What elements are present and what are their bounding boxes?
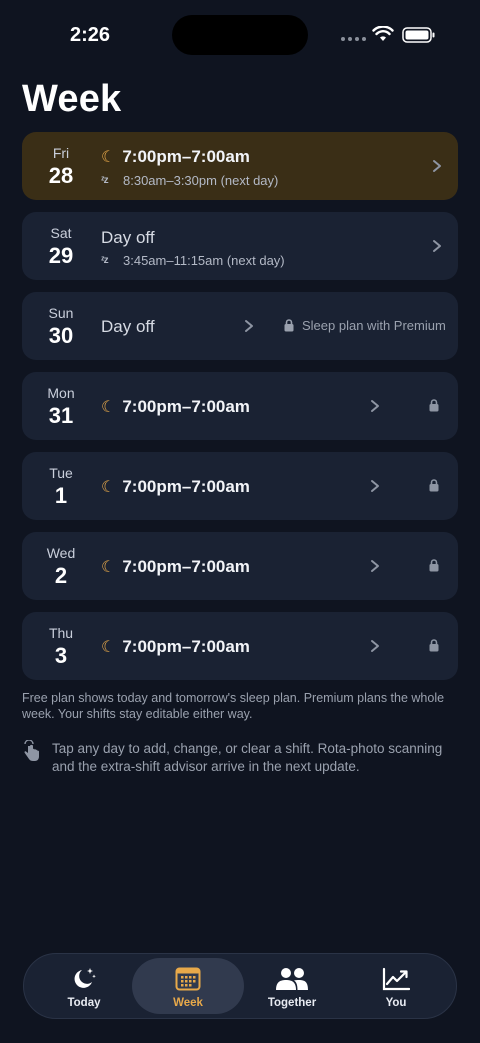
trend-chart-icon — [340, 965, 452, 993]
day-card-mon-31[interactable]: Mon 31 ☾ 7:00pm–7:00am — [22, 372, 458, 440]
day-number: 29 — [48, 243, 74, 268]
tab-bar: Today Week Together You — [23, 953, 457, 1019]
tab-label: You — [385, 997, 407, 1009]
chevron-right-icon — [245, 320, 253, 332]
wifi-icon — [372, 26, 394, 41]
dynamic-island — [172, 15, 308, 55]
shift-row: ☾ 7:00pm–7:00am — [101, 557, 250, 577]
people-icon — [236, 965, 348, 993]
shift-time: 7:00pm–7:00am — [122, 477, 250, 496]
chevron-right-icon — [433, 240, 441, 252]
day-number: 1 — [54, 483, 68, 508]
day-off-label: Day off — [101, 228, 155, 247]
tab-label: Together — [267, 997, 317, 1009]
shift-row: ☾ 7:00pm–7:00am — [101, 637, 250, 657]
lock-icon — [429, 479, 439, 492]
day-of-week: Thu — [48, 625, 74, 641]
free-plan-note: Free plan shows today and tomorrow's sle… — [22, 691, 445, 721]
chevron-right-icon — [371, 560, 379, 572]
shift-time: 7:00pm–7:00am — [122, 397, 250, 416]
day-number: 30 — [48, 323, 74, 348]
sleep-zz-icon: ᶻz — [101, 175, 109, 186]
status-time: 2:26 — [70, 24, 111, 46]
sleep-zz-icon: ᶻz — [101, 255, 109, 266]
day-number: 28 — [48, 163, 74, 188]
sleep-row: ᶻz 8:30am–3:30pm (next day) — [101, 173, 278, 188]
day-number: 3 — [54, 643, 68, 668]
page-title: Week — [22, 78, 122, 120]
shift-row: ☾ 7:00pm–7:00am — [101, 477, 250, 497]
shift-row: ☾ 7:00pm–7:00am — [101, 147, 250, 167]
day-card-fri-28[interactable]: Fri 28 ☾ 7:00pm–7:00am ᶻz 8:30am–3:30pm … — [22, 132, 458, 200]
shift-time: 7:00pm–7:00am — [122, 557, 250, 576]
tab-week[interactable]: Week — [132, 958, 244, 1014]
day-off-label: Day off — [101, 317, 155, 336]
tip-row: Tap any day to add, change, or clear a s… — [22, 740, 458, 776]
premium-note-text: Sleep plan with Premium — [302, 318, 446, 333]
day-of-week: Wed — [46, 545, 76, 561]
tap-hand-icon — [24, 740, 39, 761]
day-of-week: Sun — [48, 305, 74, 321]
tab-today[interactable]: Today — [28, 958, 140, 1014]
lock-icon — [429, 399, 439, 412]
chevron-right-icon — [371, 480, 379, 492]
moon-icon: ☾ — [101, 479, 116, 496]
moon-stars-icon — [28, 965, 140, 993]
moon-icon: ☾ — [101, 639, 116, 656]
signal-dots-icon — [341, 37, 366, 41]
day-card-sun-30[interactable]: Sun 30 Day off Sleep plan with Premium — [22, 292, 458, 360]
day-of-week: Sat — [50, 225, 72, 241]
calendar-icon — [132, 965, 244, 993]
day-card-wed-2[interactable]: Wed 2 ☾ 7:00pm–7:00am — [22, 532, 458, 600]
shift-row: ☾ 7:00pm–7:00am — [101, 397, 250, 417]
day-card-tue-1[interactable]: Tue 1 ☾ 7:00pm–7:00am — [22, 452, 458, 520]
tab-label: Today — [67, 997, 101, 1009]
day-of-week: Fri — [52, 145, 70, 161]
lock-icon — [429, 559, 439, 572]
moon-icon: ☾ — [101, 149, 116, 166]
moon-icon: ☾ — [101, 559, 116, 576]
battery-icon — [402, 27, 435, 43]
lock-icon — [284, 319, 294, 332]
premium-upsell[interactable]: Sleep plan with Premium — [284, 318, 446, 333]
lock-icon — [429, 639, 439, 652]
day-number: 31 — [48, 403, 74, 428]
day-of-week: Tue — [49, 465, 73, 481]
day-of-week: Mon — [47, 385, 75, 401]
tab-label: Week — [173, 997, 203, 1009]
tip-text: Tap any day to add, change, or clear a s… — [52, 741, 443, 774]
chevron-right-icon — [371, 400, 379, 412]
chevron-right-icon — [371, 640, 379, 652]
tab-together[interactable]: Together — [236, 958, 348, 1014]
sleep-time: 3:45am–11:15am (next day) — [123, 253, 285, 268]
shift-time: 7:00pm–7:00am — [122, 147, 250, 166]
chevron-right-icon — [433, 160, 441, 172]
day-number: 2 — [54, 563, 68, 588]
tab-you[interactable]: You — [340, 958, 452, 1014]
sleep-row: ᶻz 3:45am–11:15am (next day) — [101, 253, 285, 268]
sleep-time: 8:30am–3:30pm (next day) — [123, 173, 279, 188]
moon-icon: ☾ — [101, 399, 116, 416]
day-card-sat-29[interactable]: Sat 29 Day off ᶻz 3:45am–11:15am (next d… — [22, 212, 458, 280]
shift-time: 7:00pm–7:00am — [122, 637, 250, 656]
day-card-thu-3[interactable]: Thu 3 ☾ 7:00pm–7:00am — [22, 612, 458, 680]
